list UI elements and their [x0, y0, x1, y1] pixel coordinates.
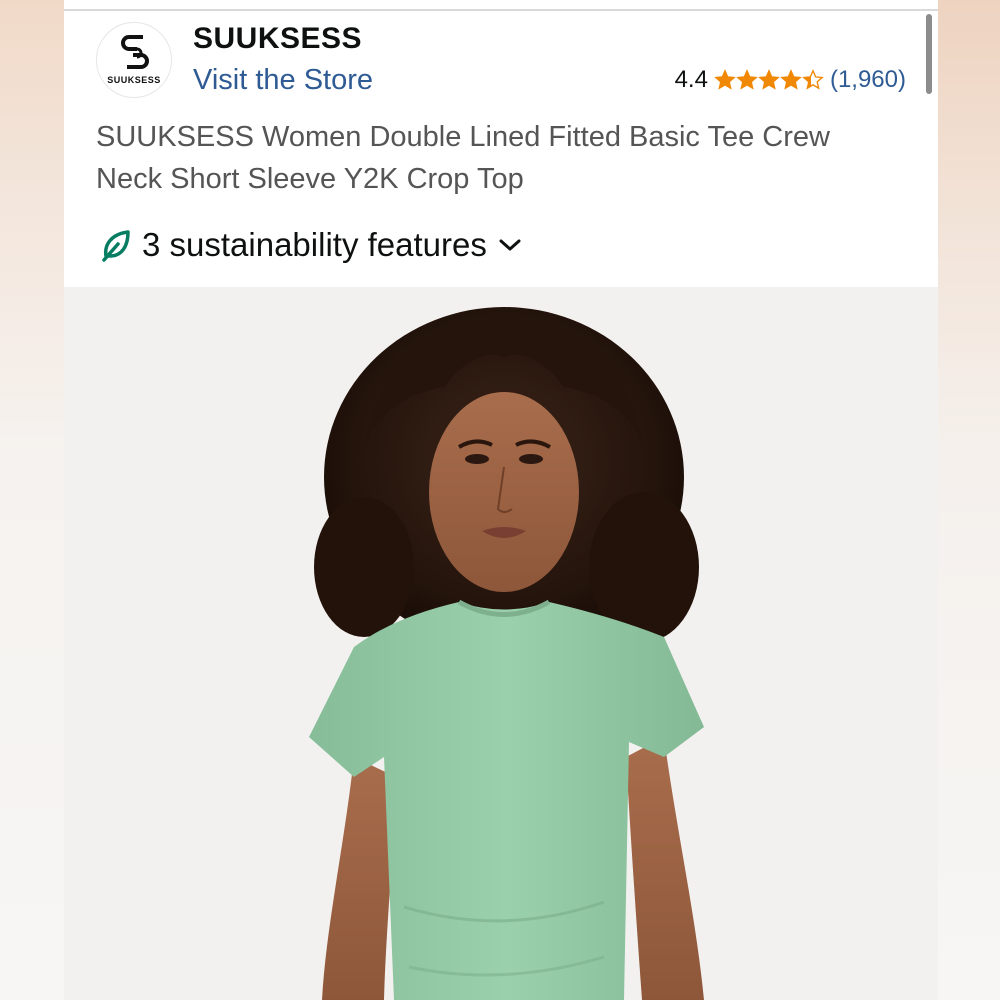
logo-mark-icon: [121, 35, 149, 69]
visit-store-link[interactable]: Visit the Store: [193, 64, 373, 97]
rating-value: 4.4: [674, 66, 708, 93]
leaf-icon: [102, 230, 130, 262]
brand-name: SUUKSESS: [193, 22, 363, 55]
logo-text: SUUKSESS: [107, 75, 161, 85]
star-icon: [758, 69, 780, 90]
product-image[interactable]: [64, 287, 938, 1000]
rating-summary[interactable]: 4.4 (1,960): [675, 66, 906, 94]
sustainability-label: 3 sustainability features: [142, 226, 487, 263]
rating-count-link[interactable]: (1,960): [830, 66, 906, 94]
scrollbar[interactable]: [926, 14, 932, 94]
star-icon: [736, 69, 758, 90]
store-logo[interactable]: SUUKSESS: [96, 22, 172, 98]
star-icon: [780, 69, 802, 90]
product-title: SUUKSESS Women Double Lined Fitted Basic…: [96, 121, 830, 195]
sustainability-features-toggle[interactable]: 3 sustainability features: [100, 226, 523, 264]
star-icon: [802, 69, 824, 90]
product-header-card: SUUKSESS SUUKSESS Visit the Store 4.4 (1…: [64, 0, 938, 287]
chevron-down-icon: [499, 239, 521, 251]
divider: [64, 9, 938, 11]
model-photo-illustration: [309, 307, 704, 1000]
star-rating: [714, 69, 824, 91]
page-background-left: [0, 0, 64, 1000]
page-background-right: [938, 0, 1000, 1000]
star-icon: [714, 69, 736, 90]
